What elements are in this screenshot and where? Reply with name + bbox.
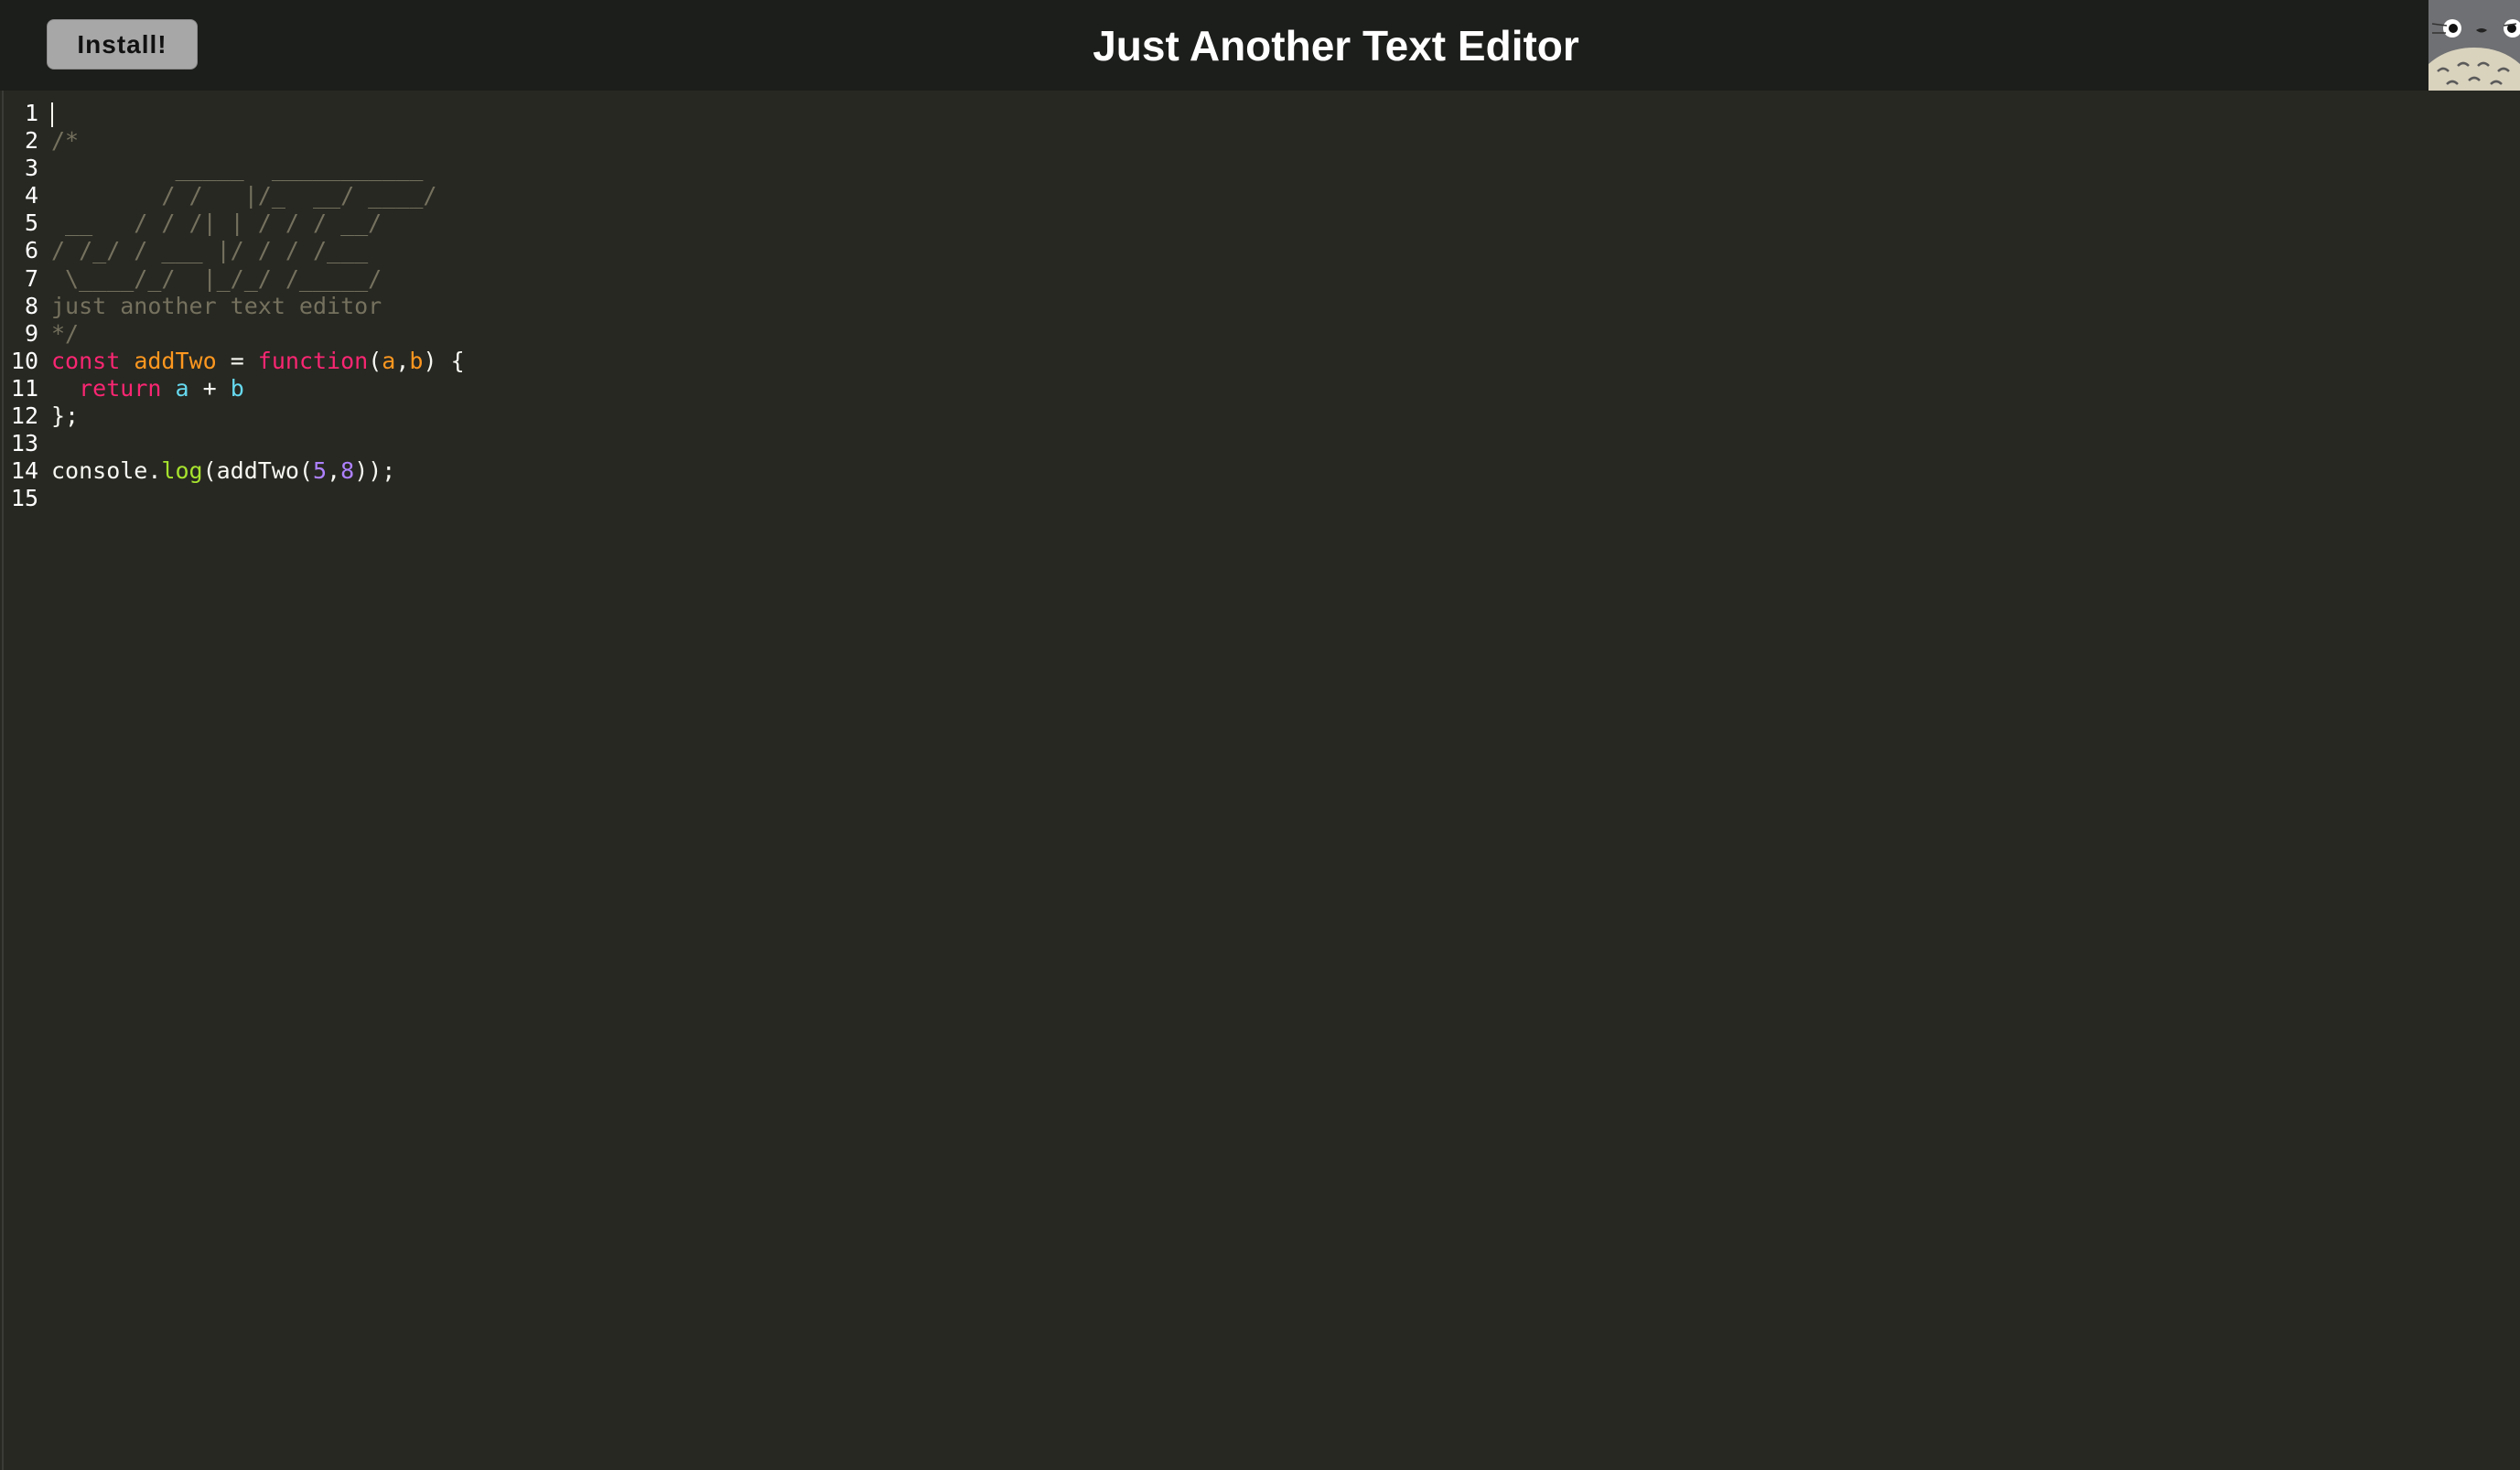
object-token: console. [51,457,162,485]
number-token: 5 [313,457,328,485]
editor-line[interactable]: 2 /* [4,127,465,155]
ascii-art-text[interactable]: \____/_/ |_/_/ /_____/ [51,265,382,293]
line-number: 11 [10,374,38,402]
keyword-token: return [79,374,162,402]
editor-lines: 1 2 /* 3 _____ ___________ 4 / / |/_ __/… [4,100,465,512]
ascii-art-text[interactable]: / / |/_ __/ ____/ [51,182,436,209]
editor-line[interactable]: 9 */ [4,320,465,348]
line-number: 8 [24,292,38,319]
number-token: 8 [340,457,355,485]
variable-token: b [230,374,244,402]
variable-token: a [175,374,189,402]
line-content[interactable]: return a + b [51,375,244,402]
operator-token: + [188,374,231,402]
punctuation-token: , [395,347,410,374]
line-number: 13 [10,430,38,457]
keyword-token: const [51,347,121,374]
line-number: 15 [10,485,38,512]
line-number: 4 [24,182,38,209]
comment-text[interactable]: */ [51,320,79,348]
editor-line[interactable]: 7 \____/_/ |_/_/ /_____/ [4,265,465,293]
punctuation-token: ( [368,347,382,374]
punctuation-token: )); [354,457,396,485]
editor-line[interactable]: 6 / /_/ / ___ |/ / / /___ [4,237,465,264]
app-header: Install! Just Another Text Editor [0,0,2520,91]
operator-token: = [216,347,258,374]
editor-line[interactable]: 8 just another text editor [4,293,465,320]
param-token: a [382,347,396,374]
line-number: 10 [10,347,38,374]
line-number: 6 [24,237,38,264]
code-editor[interactable]: 1 2 /* 3 _____ ___________ 4 / / |/_ __/… [2,91,2520,1470]
param-token: b [409,347,424,374]
ascii-art-text[interactable]: _____ ___________ [51,155,423,182]
punctuation-token: ) { [423,347,465,374]
line-number: 2 [24,127,38,155]
call-token: (addTwo( [202,457,313,485]
editor-line[interactable]: 3 _____ ___________ [4,155,465,182]
ascii-art-text[interactable]: __ / / /| | / / / __/ [51,209,382,237]
line-content[interactable]: }; [51,402,79,430]
editor-line[interactable]: 14 console.log(addTwo(5,8)); [4,457,465,485]
editor-line[interactable]: 1 [4,100,465,127]
ascii-art-text[interactable]: / /_/ / ___ |/ / / /___ [51,237,368,264]
line-number: 7 [24,264,38,292]
keyword-token: function [257,347,369,374]
line-number: 12 [10,402,38,430]
line-number: 9 [24,319,38,347]
line-number: 1 [24,100,38,126]
line-number: 3 [24,155,38,182]
line-content[interactable] [51,100,53,127]
comment-text[interactable]: just another text editor [51,293,382,320]
function-name-token: addTwo [134,347,217,374]
text-cursor [51,102,53,127]
line-number: 14 [10,457,38,485]
editor-line[interactable]: 11 return a + b [4,375,465,402]
editor-line[interactable]: 5 __ / / /| | / / / __/ [4,209,465,237]
editor-line[interactable]: 12 }; [4,402,465,430]
page-title: Just Another Text Editor [1093,21,1579,70]
line-content[interactable]: const addTwo = function(a,b) { [51,348,465,375]
editor-line[interactable]: 10 const addTwo = function(a,b) { [4,348,465,375]
editor-line[interactable]: 4 / / |/_ __/ ____/ [4,182,465,209]
editor-line[interactable]: 15 [4,485,465,512]
line-content[interactable]: console.log(addTwo(5,8)); [51,457,395,485]
punctuation-token: , [327,457,341,485]
totoro-logo-icon [2428,0,2520,91]
method-token: log [161,457,203,485]
line-number: 5 [24,209,38,237]
editor-line[interactable]: 13 [4,430,465,457]
comment-text[interactable]: /* [51,127,79,155]
